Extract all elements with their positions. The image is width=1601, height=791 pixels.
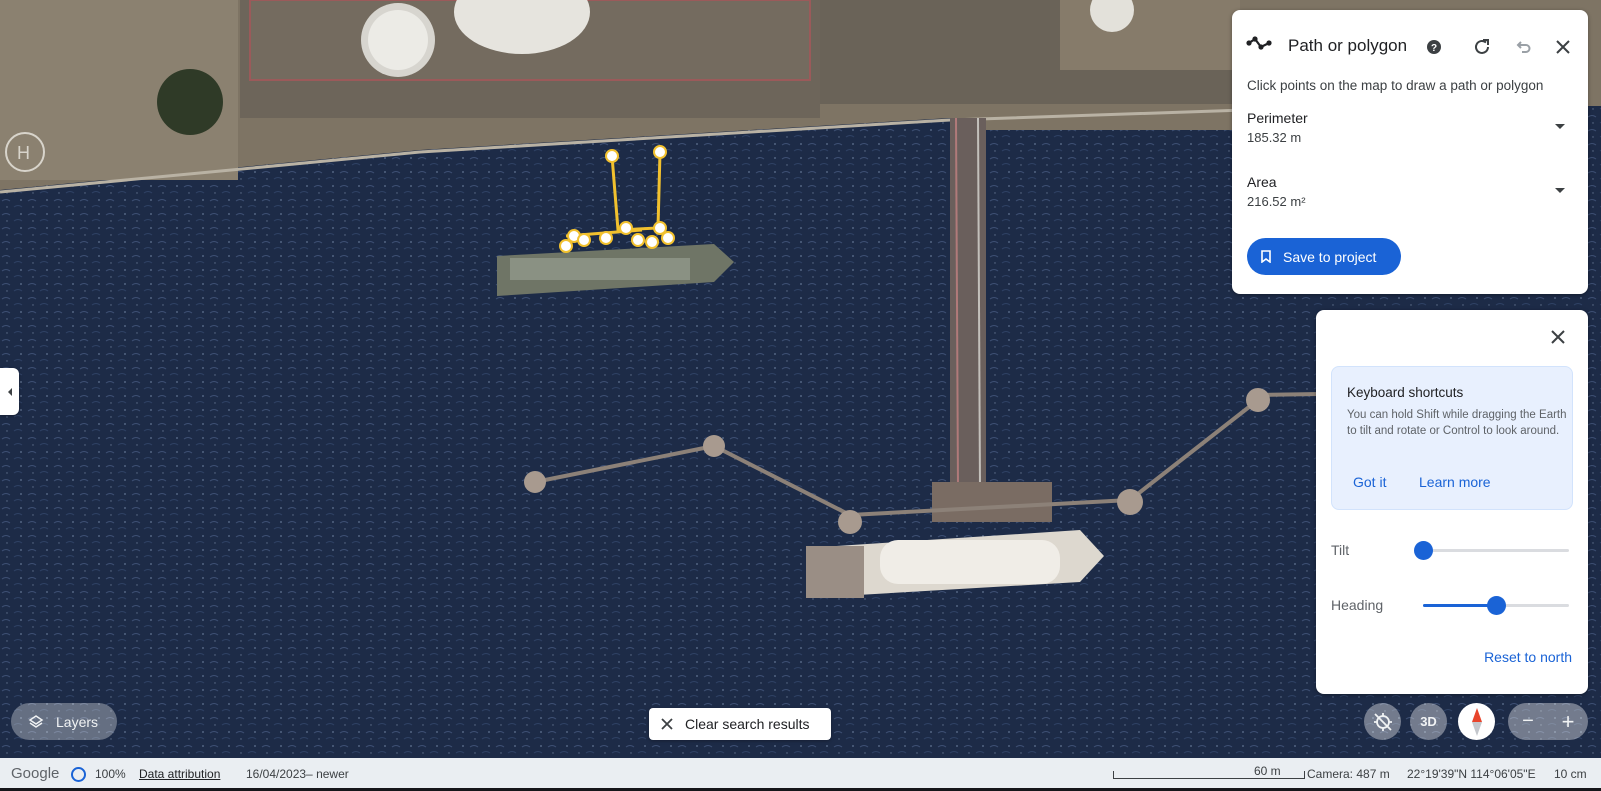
- imagery-date[interactable]: 16/04/2023– newer: [246, 767, 349, 781]
- refresh-icon[interactable]: [1469, 34, 1495, 60]
- got-it-button[interactable]: Got it: [1353, 474, 1386, 490]
- layers-icon: [28, 714, 44, 728]
- perimeter-dropdown-icon[interactable]: [1555, 124, 1565, 129]
- measure-panel: Path or polygon ? Click points on the ma…: [1232, 10, 1588, 294]
- perimeter-value: 185.32 m: [1247, 130, 1302, 145]
- area-row[interactable]: Area 216.52 m²: [1247, 174, 1567, 209]
- measure-title: Path or polygon: [1288, 36, 1408, 55]
- heading-slider-fill: [1423, 604, 1496, 607]
- close-icon[interactable]: [1550, 34, 1576, 60]
- area-label: Area: [1247, 174, 1277, 190]
- close-icon: [661, 718, 673, 730]
- toggle-3d-button[interactable]: 3D: [1410, 703, 1447, 740]
- shortcuts-title: Keyboard shortcuts: [1347, 385, 1464, 400]
- compass-icon: [1471, 707, 1482, 736]
- zoom-out-button[interactable]: −: [1508, 703, 1548, 740]
- location-off-button[interactable]: [1364, 703, 1401, 740]
- area-dropdown-icon[interactable]: [1555, 188, 1565, 193]
- loading-indicator-icon: [71, 767, 86, 782]
- chevron-left-icon: [7, 387, 12, 396]
- heading-slider-row: Heading: [1331, 593, 1576, 617]
- heading-slider[interactable]: [1423, 596, 1569, 615]
- save-to-project-button[interactable]: Save to project: [1247, 238, 1401, 275]
- status-bar: Google 100% Data attribution 16/04/2023–…: [0, 758, 1601, 791]
- learn-more-link[interactable]: Learn more: [1419, 474, 1491, 490]
- measure-header: Path or polygon ?: [1232, 10, 1588, 66]
- path-icon: [1246, 36, 1272, 50]
- plus-icon: +: [1561, 708, 1575, 734]
- tilt-label: Tilt: [1331, 542, 1350, 558]
- load-percent: 100%: [95, 767, 126, 781]
- layers-button[interactable]: Layers: [11, 703, 117, 740]
- minus-icon: −: [1522, 710, 1534, 732]
- view-panel: Keyboard shortcuts You can hold Shift wh…: [1316, 310, 1588, 694]
- bookmark-icon: [1261, 250, 1271, 263]
- google-logo: Google: [11, 765, 60, 782]
- camera-altitude: Camera: 487 m: [1307, 767, 1390, 781]
- tilt-slider[interactable]: [1414, 541, 1569, 560]
- heading-slider-thumb[interactable]: [1487, 596, 1506, 615]
- clear-search-label: Clear search results: [685, 716, 810, 732]
- toggle-3d-label: 3D: [1420, 714, 1437, 729]
- reset-to-north-button[interactable]: Reset to north: [1484, 649, 1572, 665]
- shortcuts-description: You can hold Shift while dragging the Ea…: [1347, 409, 1567, 437]
- zoom-in-button[interactable]: +: [1548, 703, 1588, 740]
- tilt-slider-thumb[interactable]: [1414, 541, 1433, 560]
- svg-text:?: ?: [1431, 43, 1437, 54]
- compass-button[interactable]: [1458, 703, 1495, 740]
- coordinates: 22°19'39"N 114°06'05"E: [1407, 767, 1536, 781]
- tilt-slider-row: Tilt: [1331, 538, 1576, 562]
- perimeter-row[interactable]: Perimeter 185.32 m: [1247, 110, 1567, 145]
- svg-text:H: H: [17, 143, 30, 163]
- scale-label: 60 m: [1254, 764, 1281, 778]
- save-to-project-label: Save to project: [1283, 248, 1377, 265]
- location-disabled-icon: [1373, 712, 1392, 731]
- data-attribution-link[interactable]: Data attribution: [139, 767, 220, 781]
- resolution: 10 cm: [1554, 767, 1587, 781]
- clear-search-results-button[interactable]: Clear search results: [649, 708, 831, 740]
- collapse-panel-button[interactable]: [0, 368, 19, 415]
- heading-label: Heading: [1331, 597, 1384, 613]
- layers-label: Layers: [56, 713, 99, 730]
- area-value: 216.52 m²: [1247, 194, 1306, 209]
- keyboard-shortcuts-card: Keyboard shortcuts You can hold Shift wh…: [1331, 366, 1573, 510]
- undo-icon[interactable]: [1509, 34, 1535, 60]
- help-icon[interactable]: ?: [1421, 34, 1447, 60]
- perimeter-label: Perimeter: [1247, 110, 1308, 126]
- zoom-controls: − +: [1508, 703, 1588, 740]
- close-icon[interactable]: [1545, 324, 1571, 350]
- measure-hint: Click points on the map to draw a path o…: [1247, 78, 1544, 93]
